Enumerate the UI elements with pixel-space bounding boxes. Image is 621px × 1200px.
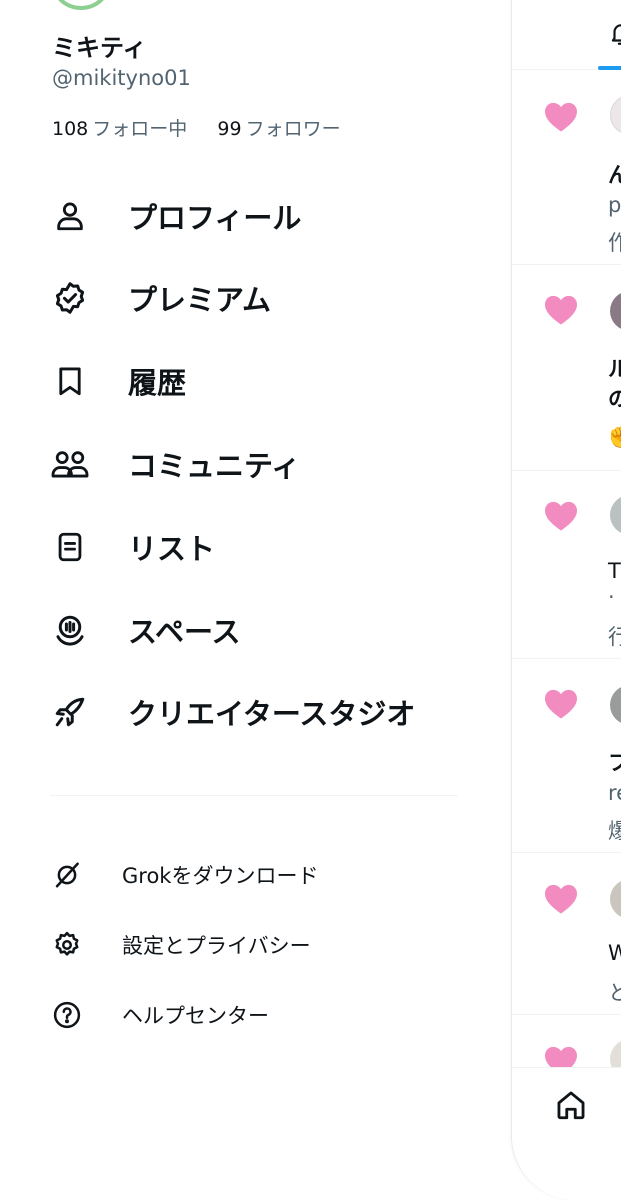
notification-text: · bbox=[608, 585, 615, 609]
notification-text: p bbox=[608, 193, 621, 217]
display-name[interactable]: ミキティ bbox=[52, 28, 147, 63]
list-icon bbox=[50, 527, 90, 567]
avatar[interactable] bbox=[610, 95, 621, 135]
followers-count: 99 bbox=[217, 118, 242, 140]
notification-text: 爆 bbox=[608, 815, 621, 845]
grok-icon bbox=[50, 858, 84, 892]
notifications-panel[interactable]: ん p 作 ル の ✊ T · 行 フ re 爆 bbox=[511, 0, 621, 1200]
menu-item-grok-download[interactable]: Grokをダウンロード bbox=[50, 853, 470, 897]
nav-label: プレミアム bbox=[128, 283, 271, 317]
follow-stats: 108 フォロー中 99 フォロワー bbox=[52, 114, 341, 141]
heart-icon bbox=[543, 500, 579, 536]
divider bbox=[50, 795, 458, 796]
nav-item-premium[interactable]: プレミアム bbox=[50, 270, 470, 326]
following-label: フォロー中 bbox=[92, 118, 188, 140]
followers-label: フォロワー bbox=[245, 118, 341, 140]
notification-text: の bbox=[608, 383, 621, 413]
following-count: 108 bbox=[52, 118, 89, 140]
bottom-tab-bar bbox=[512, 1067, 621, 1200]
nav-label: 履歴 bbox=[128, 366, 187, 400]
gear-icon bbox=[50, 928, 84, 962]
notification-item[interactable] bbox=[512, 1015, 621, 1079]
notification-text: ん bbox=[608, 159, 621, 189]
nav-item-communities[interactable]: コミュニティ bbox=[50, 436, 470, 492]
heart-icon bbox=[543, 101, 579, 137]
help-icon bbox=[50, 998, 84, 1032]
user-handle: @mikityno01 bbox=[52, 66, 191, 90]
notification-item[interactable]: T · 行 bbox=[512, 471, 621, 659]
verified-badge-icon bbox=[50, 278, 90, 318]
notification-text: T bbox=[608, 559, 621, 583]
notification-item[interactable]: ん p 作 bbox=[512, 71, 621, 265]
nav-label: プロフィール bbox=[128, 201, 302, 235]
heart-icon bbox=[543, 294, 579, 330]
menu-label: 設定とプライバシー bbox=[122, 934, 311, 958]
side-drawer: ミキティ @mikityno01 108 フォロー中 99 フォロワー プロフィール… bbox=[0, 0, 510, 1200]
communities-icon bbox=[50, 444, 90, 484]
notification-item[interactable]: フ re 爆 bbox=[512, 659, 621, 853]
avatar[interactable] bbox=[610, 495, 621, 535]
heart-icon bbox=[543, 688, 579, 724]
notification-text: 行 bbox=[608, 621, 621, 651]
notification-text: re bbox=[608, 781, 621, 805]
bell-icon[interactable] bbox=[608, 20, 621, 52]
person-icon bbox=[50, 196, 90, 236]
nav-item-spaces[interactable]: スペース bbox=[50, 602, 470, 658]
notification-text: ル bbox=[608, 353, 621, 383]
nav-item-bookmarks[interactable]: 履歴 bbox=[50, 353, 470, 409]
spaces-icon bbox=[50, 610, 90, 650]
nav-label: クリエイタースタジオ bbox=[128, 697, 416, 731]
notification-text: と bbox=[608, 977, 621, 1007]
notification-item[interactable]: ル の ✊ bbox=[512, 265, 621, 471]
notification-item[interactable]: W と bbox=[512, 853, 621, 1015]
active-tab-indicator bbox=[598, 66, 621, 70]
avatar[interactable] bbox=[610, 685, 621, 725]
home-icon[interactable] bbox=[554, 1088, 588, 1126]
notification-text: フ bbox=[608, 747, 621, 777]
tab-bar bbox=[512, 0, 621, 70]
menu-label: ヘルプセンター bbox=[122, 1004, 269, 1028]
nav-item-creator-studio[interactable]: クリエイタースタジオ bbox=[50, 684, 470, 740]
nav-item-lists[interactable]: リスト bbox=[50, 519, 470, 575]
avatar[interactable] bbox=[52, 0, 110, 10]
avatar[interactable] bbox=[610, 879, 621, 919]
menu-label: Grokをダウンロード bbox=[122, 864, 319, 888]
avatar[interactable] bbox=[610, 291, 621, 331]
nav-label: スペース bbox=[128, 615, 241, 649]
rocket-icon bbox=[50, 692, 90, 732]
notification-text: ✊ bbox=[608, 425, 621, 450]
nav-item-profile[interactable]: プロフィール bbox=[50, 188, 470, 244]
followers-link[interactable]: 99 フォロワー bbox=[217, 118, 340, 140]
menu-item-help-center[interactable]: ヘルプセンター bbox=[50, 993, 470, 1037]
menu-item-settings[interactable]: 設定とプライバシー bbox=[50, 923, 470, 967]
nav-label: コミュニティ bbox=[128, 449, 301, 483]
nav-label: リスト bbox=[128, 532, 216, 566]
bookmark-icon bbox=[50, 361, 90, 401]
heart-icon bbox=[543, 883, 579, 919]
notification-text: 作 bbox=[608, 227, 621, 257]
notification-text: W bbox=[608, 941, 621, 965]
following-link[interactable]: 108 フォロー中 bbox=[52, 118, 193, 140]
